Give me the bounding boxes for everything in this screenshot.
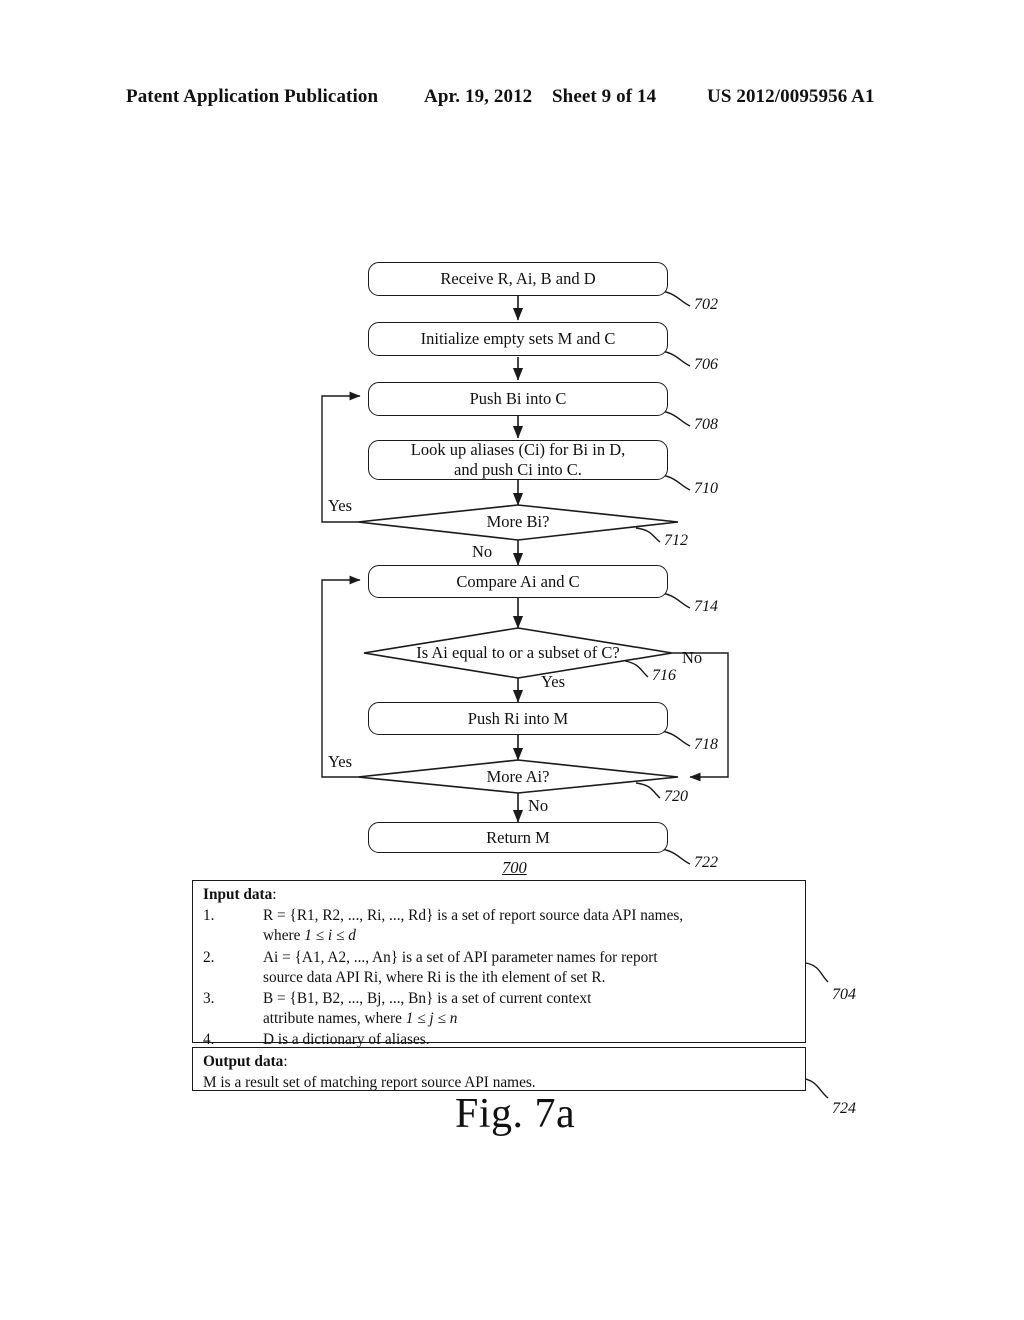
output-data-title: Output data <box>203 1053 284 1070</box>
edge-label-subset-yes: Yes <box>541 672 566 691</box>
header-sheet: Sheet 9 of 14 <box>552 86 657 107</box>
edge-label-subset-no: No <box>682 648 703 667</box>
edge-label-more-bi-no: No <box>472 542 493 561</box>
refnum-702: 702 <box>694 296 718 313</box>
output-data-heading: Output data: <box>193 1048 805 1073</box>
leader-704 <box>805 962 829 983</box>
node-lookup-aliases-line1: Look up aliases (Ci) for Bi in D, <box>410 440 626 460</box>
leader-712 <box>635 527 661 543</box>
input-item-line2: source data API Ri, where Ri is the ith … <box>263 968 799 988</box>
edge-label-more-bi-yes: Yes <box>328 496 353 515</box>
refnum-716: 716 <box>652 667 676 684</box>
input-item-marker: 1. <box>203 907 215 925</box>
header-patent-number: US 2012/0095956 A1 <box>707 86 875 107</box>
node-lookup-aliases-line2: and push Ci into C. <box>454 460 582 479</box>
input-item-line2-prefix: where <box>263 927 305 945</box>
list-item: 3. B = {B1, B2, ..., Bj, ..., Bn} is a s… <box>203 989 799 1029</box>
input-data-heading: Input data: <box>193 881 805 906</box>
output-data-box: Output data: M is a result set of matchi… <box>192 1047 806 1091</box>
input-data-box: Input data: 1. R = {R1, R2, ..., Ri, ...… <box>192 880 806 1048</box>
input-item-line2-math: 1 ≤ j ≤ n <box>405 1010 458 1028</box>
figure-caption: Fig. 7a <box>455 1091 576 1137</box>
node-lookup-aliases: Look up aliases (Ci) for Bi in D, and pu… <box>368 440 668 480</box>
header-publication: Patent Application Publication <box>126 86 379 107</box>
input-item-line1: B = {B1, B2, ..., Bj, ..., Bn} is a set … <box>263 989 592 1007</box>
list-item: 1. R = {R1, R2, ..., Ri, ..., Rd} is a s… <box>203 906 799 946</box>
refnum-714: 714 <box>694 598 718 615</box>
refnum-712: 712 <box>664 532 688 549</box>
diagram-number-700: 700 <box>502 858 527 877</box>
loop-more-ai-yes <box>321 575 361 778</box>
page-header: Patent Application Publication Apr. 19, … <box>0 86 1024 114</box>
node-push-ri: Push Ri into M <box>368 702 668 735</box>
input-item-line2-prefix: source data API Ri, where Ri is the ith … <box>263 968 606 986</box>
input-item-line1: Ai = {A1, A2, ..., An} is a set of API p… <box>263 948 658 966</box>
patent-figure-page: Patent Application Publication Apr. 19, … <box>0 0 1024 1320</box>
output-data-colon: : <box>283 1053 288 1070</box>
header-date: Apr. 19, 2012 <box>424 86 533 107</box>
refnum-718: 718 <box>694 736 718 753</box>
decision-more-ai-label: More Ai? <box>486 767 550 786</box>
input-data-list: 1. R = {R1, R2, ..., Ri, ..., Rd} is a s… <box>193 906 805 1055</box>
input-data-title: Input data <box>203 886 273 903</box>
refnum-722: 722 <box>694 854 718 871</box>
branch-subset-no <box>672 652 729 782</box>
input-item-marker: 2. <box>203 948 215 966</box>
refnum-710: 710 <box>694 480 718 497</box>
edge-label-more-ai-no: No <box>528 796 549 815</box>
input-item-line2-math: 1 ≤ i ≤ d <box>304 927 356 945</box>
input-item-line2-prefix: attribute names, where <box>263 1010 406 1028</box>
decision-more-bi-label: More Bi? <box>486 512 550 531</box>
refnum-704: 704 <box>832 986 856 1003</box>
input-data-colon: : <box>272 886 277 903</box>
refnum-708: 708 <box>694 416 718 433</box>
list-item: 2. Ai = {A1, A2, ..., An} is a set of AP… <box>203 948 799 988</box>
input-item-line2: where 1 ≤ i ≤ d <box>263 926 799 946</box>
node-initialize-sets: Initialize empty sets M and C <box>368 322 668 356</box>
node-receive-inputs: Receive R, Ai, B and D <box>368 262 668 296</box>
decision-subset-label: Is Ai equal to or a subset of C? <box>416 643 620 662</box>
refnum-706: 706 <box>694 356 718 373</box>
refnum-720: 720 <box>664 788 688 805</box>
node-push-bi: Push Bi into C <box>368 382 668 416</box>
node-return-m: Return M <box>368 822 668 853</box>
input-item-line2: attribute names, where 1 ≤ j ≤ n <box>263 1009 799 1029</box>
leader-720 <box>635 782 661 799</box>
node-compare-ai-c: Compare Ai and C <box>368 565 668 598</box>
refnum-724: 724 <box>832 1100 856 1117</box>
input-item-line1: R = {R1, R2, ..., Ri, ..., Rd} is a set … <box>263 907 684 925</box>
input-item-marker: 3. <box>203 989 215 1007</box>
edge-label-more-ai-yes: Yes <box>328 752 353 771</box>
